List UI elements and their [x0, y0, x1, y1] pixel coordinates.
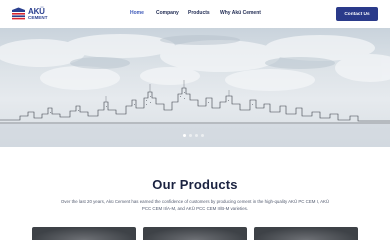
products-heading: Our Products: [152, 177, 238, 192]
site-header: AKÜ CEMENT Home Company Products Why Akü…: [0, 0, 390, 28]
slider-dot-3[interactable]: [195, 134, 198, 137]
contact-us-button[interactable]: Contact Us: [336, 7, 378, 21]
hero-slider: [0, 28, 390, 147]
product-card-2[interactable]: [143, 227, 247, 240]
nav-why-aku-cement[interactable]: Why Akü Cement: [220, 10, 261, 16]
products-description: Over the last 20 years, Akü Cement has e…: [60, 199, 330, 211]
logo-mark-icon: [11, 7, 26, 21]
city-skyline-illustration: [0, 34, 390, 147]
slider-dot-1[interactable]: [183, 134, 186, 137]
slider-dot-4[interactable]: [201, 134, 204, 137]
slider-dots: [183, 134, 204, 137]
logo-text-line2: CEMENT: [28, 15, 48, 20]
nav-home[interactable]: Home: [130, 10, 144, 16]
akucement-logo[interactable]: AKÜ CEMENT: [11, 6, 48, 22]
product-card-1[interactable]: [32, 227, 136, 240]
slider-dot-2[interactable]: [189, 134, 192, 137]
nav-company[interactable]: Company: [156, 10, 179, 16]
product-card-3[interactable]: [254, 227, 358, 240]
nav-products[interactable]: Products: [188, 10, 210, 16]
